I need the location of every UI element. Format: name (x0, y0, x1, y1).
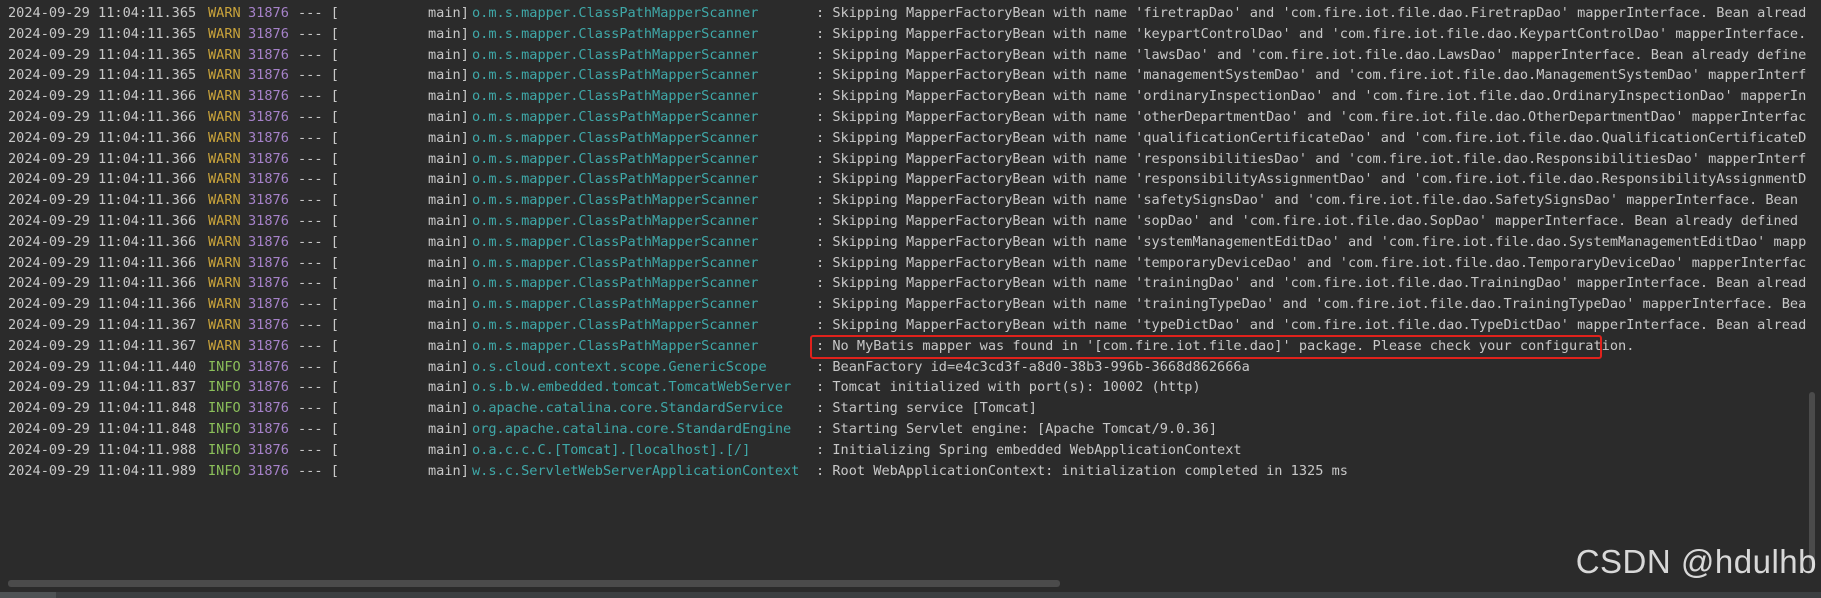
horizontal-scrollbar-thumb[interactable] (8, 580, 1060, 587)
console-output[interactable]: 2024-09-29 11:04:11.365 WARN 31876 --- [mai… (0, 0, 1806, 575)
log-logger: w.s.c.ServletWebServerApplicationContext (472, 462, 800, 479)
log-level: INFO (208, 462, 241, 479)
watermark: CSDN @hdulhb (1575, 543, 1817, 580)
bottom-tab[interactable] (0, 592, 56, 598)
log-separator: --- [ (298, 462, 339, 479)
log-message: : Root WebApplicationContext: initializa… (816, 462, 1348, 479)
log-timestamp: 2024-09-29 11:04:11.989 (8, 462, 197, 479)
highlight-box (810, 334, 1602, 359)
log-pid: 31876 (248, 462, 289, 479)
bottom-toolbar (0, 592, 1821, 598)
log-thread: main] (428, 462, 469, 479)
